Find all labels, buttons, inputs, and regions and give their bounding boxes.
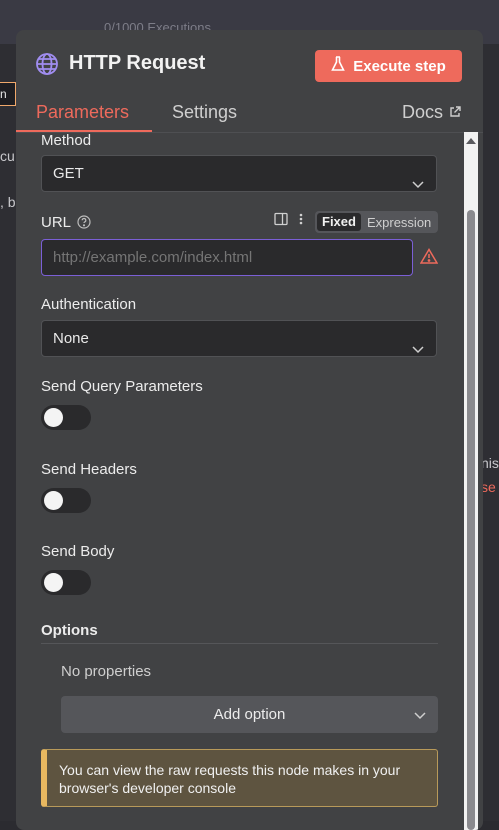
globe-icon [35, 52, 59, 76]
canvas-fragment: cu [0, 148, 15, 164]
add-option-label: Add option [213, 706, 286, 723]
warning-icon [419, 248, 439, 269]
mode-expression-option[interactable]: Expression [367, 215, 431, 230]
tab-parameters[interactable]: Parameters [36, 102, 129, 132]
send-body-toggle[interactable] [41, 570, 91, 595]
no-properties-text: No properties [61, 663, 152, 680]
scroll-thumb[interactable] [467, 210, 475, 830]
canvas-right-strip [483, 44, 499, 821]
scrollbar[interactable] [464, 132, 478, 830]
flask-icon [331, 56, 346, 76]
options-label: Options [41, 622, 98, 639]
url-label: URL [41, 214, 72, 231]
chevron-down-icon [412, 333, 424, 354]
send-headers-label: Send Headers [41, 461, 137, 478]
chevron-down-icon [412, 168, 424, 189]
node-title: HTTP Request [69, 52, 206, 74]
canvas-left-tab[interactable]: n [0, 82, 16, 106]
info-notice: You can view the raw requests this node … [41, 749, 438, 807]
authentication-label: Authentication [41, 296, 137, 313]
canvas-fragment: , b [0, 194, 16, 210]
authentication-select[interactable]: None [41, 320, 437, 357]
send-query-label: Send Query Parameters [41, 378, 203, 395]
add-option-button[interactable]: Add option [61, 696, 438, 733]
docs-link[interactable]: Docs [402, 102, 461, 123]
url-input[interactable] [41, 239, 413, 276]
external-link-icon [449, 102, 461, 123]
toggle-knob [44, 491, 63, 510]
authentication-value: None [53, 330, 89, 347]
more-options-icon[interactable] [298, 212, 304, 232]
options-divider [41, 643, 438, 644]
help-icon[interactable] [77, 215, 91, 235]
mode-fixed-option[interactable]: Fixed [317, 213, 361, 231]
toggle-knob [44, 573, 63, 592]
method-select[interactable]: GET [41, 155, 437, 192]
canvas-fragment: nis [481, 455, 499, 471]
send-body-label: Send Body [41, 543, 115, 560]
panel-header: HTTP Request Execute step [16, 30, 483, 102]
tab-settings[interactable]: Settings [172, 102, 237, 132]
method-label: Method [41, 132, 92, 149]
docs-label: Docs [401, 102, 443, 122]
execute-step-button[interactable]: Execute step [315, 50, 462, 82]
panel-tabs: Parameters Settings Docs [16, 102, 483, 133]
method-value: GET [53, 165, 84, 182]
toggle-knob [44, 408, 63, 427]
parameters-form: Method GET URL Fixed Expression http://e… [16, 132, 483, 830]
send-query-toggle[interactable] [41, 405, 91, 430]
send-headers-toggle[interactable] [41, 488, 91, 513]
chevron-down-icon [414, 708, 426, 725]
value-mode-toggle: Fixed Expression [315, 211, 438, 233]
execute-step-label: Execute step [353, 57, 446, 75]
scroll-up-arrow[interactable] [466, 138, 476, 144]
canvas-fragment: se [481, 479, 496, 495]
split-view-icon[interactable] [274, 212, 288, 232]
node-details-panel: HTTP Request Execute step Parameters Set… [16, 30, 483, 830]
